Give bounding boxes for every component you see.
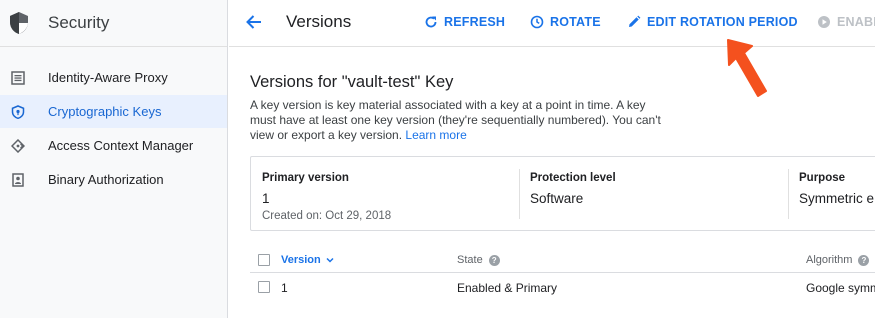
help-icon[interactable]: ?: [858, 254, 870, 266]
sidebar-item-label: Access Context Manager: [48, 138, 194, 153]
sidebar-header: Security: [0, 0, 227, 47]
main-content: Versions for "vault-test" Key A key vers…: [229, 48, 875, 318]
back-arrow-icon[interactable]: [244, 12, 264, 32]
sidebar: Security Identity-Aware Proxy Cryptograp…: [0, 0, 228, 318]
select-all-checkbox[interactable]: [258, 254, 270, 266]
refresh-icon: [425, 16, 437, 28]
row-checkbox[interactable]: [258, 281, 270, 293]
top-toolbar: Versions REFRESH ROTATE EDIT ROTATION PE…: [229, 0, 875, 47]
badge-icon: [11, 172, 25, 187]
annotation-arrow-icon: [727, 39, 767, 97]
table-header: Version State ? Algorithm ?: [250, 247, 875, 273]
sidebar-item-identity-aware-proxy[interactable]: Identity-Aware Proxy: [0, 61, 227, 94]
divider: [788, 169, 789, 219]
table-row[interactable]: 1 Enabled & Primary Google symm: [250, 274, 875, 300]
enable-label: ENABL: [837, 15, 875, 29]
refresh-button[interactable]: REFRESH: [424, 15, 505, 29]
refresh-label: REFRESH: [444, 15, 506, 29]
state-header-label: State: [457, 254, 483, 266]
state-cell: Enabled & Primary: [457, 281, 558, 295]
key-summary-card: Primary version 1 Created on: Oct 29, 20…: [250, 156, 875, 231]
sidebar-item-label: Cryptographic Keys: [48, 104, 162, 119]
primary-version-label: Primary version: [262, 172, 349, 184]
sidebar-item-binary-authorization[interactable]: Binary Authorization: [0, 163, 227, 196]
sidebar-title: Security: [48, 13, 110, 32]
page-title: Versions: [286, 12, 352, 31]
pencil-icon: [629, 15, 641, 27]
description: A key version is key material associated…: [250, 98, 670, 143]
security-shield-icon: [8, 11, 30, 35]
protection-level-value: Software: [530, 191, 584, 206]
version-cell: 1: [281, 281, 288, 295]
enable-button[interactable]: ENABL: [817, 15, 875, 29]
purpose-label: Purpose: [799, 172, 846, 184]
versions-heading: Versions for "vault-test" Key: [250, 73, 454, 91]
rotate-label: ROTATE: [550, 15, 601, 29]
chevron-down-icon: [326, 257, 334, 263]
edit-rotation-period-button[interactable]: EDIT ROTATION PERIOD: [627, 15, 798, 29]
learn-more-link[interactable]: Learn more: [405, 128, 466, 142]
edit-rotation-period-label: EDIT ROTATION PERIOD: [647, 15, 798, 29]
sidebar-item-access-context-manager[interactable]: Access Context Manager: [0, 129, 227, 162]
version-column-header[interactable]: Version: [281, 254, 335, 266]
rotate-button[interactable]: ROTATE: [530, 15, 601, 29]
sidebar-item-label: Binary Authorization: [48, 172, 164, 187]
list-icon: [11, 70, 25, 85]
shield-key-icon: [11, 104, 25, 119]
primary-version-value: 1: [262, 191, 270, 206]
created-date: Created on: Oct 29, 2018: [262, 210, 392, 222]
diamond-icon: [11, 138, 25, 153]
help-icon[interactable]: ?: [488, 254, 500, 266]
purpose-value: Symmetric e: [799, 191, 875, 206]
divider: [519, 169, 520, 219]
algorithm-cell: Google symm: [806, 281, 875, 295]
sidebar-item-cryptographic-keys[interactable]: Cryptographic Keys: [0, 95, 227, 128]
protection-level-label: Protection level: [530, 172, 616, 184]
version-header-label: Version: [281, 254, 321, 266]
algorithm-column-header: Algorithm ?: [806, 254, 870, 266]
play-circle-icon: [818, 16, 830, 28]
clock-icon: [530, 15, 544, 29]
algorithm-header-label: Algorithm: [806, 254, 853, 266]
state-column-header: State ?: [457, 254, 500, 266]
sidebar-item-label: Identity-Aware Proxy: [48, 70, 168, 85]
